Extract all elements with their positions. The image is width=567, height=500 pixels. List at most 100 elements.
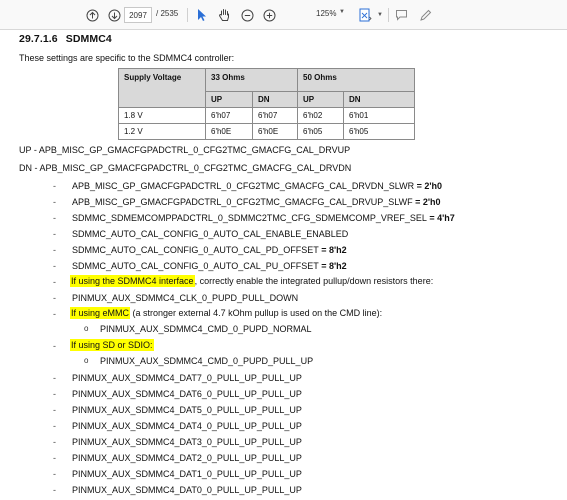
list-item: APB_MISC_GP_GMACFGPADCTRL_0_CFG2TMC_GMAC…: [72, 197, 441, 207]
highlighted-text: If using SD or SDIO:: [70, 339, 154, 351]
table-cell: 1.8 V: [118, 107, 206, 124]
page-number-value: 2097: [129, 10, 147, 20]
list-item-text: , correctly enable the integrated pullup…: [194, 276, 434, 286]
pdf-toolbar: 2097 / 2535 125% ▼ ▼: [0, 0, 567, 30]
list-bullet: -: [53, 341, 56, 351]
table-header-cell: 33 Ohms: [205, 68, 298, 92]
hand-tool-button[interactable]: [216, 0, 232, 30]
list-item: PINMUX_AUX_SDMMC4_DAT3_0_PULL_UP_PULL_UP: [72, 437, 302, 447]
section-number: 29.7.1.6: [19, 33, 58, 45]
highlight-pen-button[interactable]: [417, 0, 433, 30]
list-item: PINMUX_AUX_SDMMC4_CLK_0_PUPD_PULL_DOWN: [72, 293, 299, 303]
definition-up: UP - APB_MISC_GP_GMACFGPADCTRL_0_CFG2TMC…: [19, 145, 351, 155]
sub-list-item: PINMUX_AUX_SDMMC4_CMD_0_PUPD_PULL_UP: [100, 356, 314, 366]
register-name: APB_MISC_GP_GMACFGPADCTRL_0_CFG2TMC_GMAC…: [72, 181, 415, 191]
section-intro: These settings are specific to the SDMMC…: [19, 53, 235, 63]
comment-icon: [395, 10, 407, 21]
drive-strength-table: Supply Voltage 33 Ohms 50 Ohms UP DN UP …: [118, 68, 415, 140]
register-name: SDMMC_AUTO_CAL_CONFIG_0_AUTO_CAL_PD_OFFS…: [72, 245, 319, 255]
table-cell: 1.2 V: [118, 123, 206, 140]
chevron-down-icon[interactable]: ▼: [339, 9, 345, 15]
table-cell: 6'h07: [205, 107, 253, 124]
register-value: = 8'h2: [318, 245, 347, 255]
section-title: SDMMC4: [65, 33, 112, 45]
page-total: / 2535: [156, 9, 179, 18]
list-item: SDMMC_AUTO_CAL_CONFIG_0_AUTO_CAL_ENABLE_…: [72, 229, 349, 239]
page-number-input[interactable]: 2097: [124, 7, 152, 23]
list-bullet: -: [53, 261, 56, 271]
list-item: PINMUX_AUX_SDMMC4_DAT4_0_PULL_UP_PULL_UP: [72, 421, 302, 431]
table-cell: 6'h01: [343, 107, 415, 124]
list-item: SDMMC_AUTO_CAL_CONFIG_0_AUTO_CAL_PD_OFFS…: [72, 245, 347, 255]
list-bullet: -: [53, 229, 56, 239]
list-bullet: -: [53, 309, 56, 319]
list-item: If using SD or SDIO:: [70, 339, 154, 351]
highlighted-text: If using eMMC: [70, 307, 131, 319]
fit-page-icon: [359, 8, 372, 22]
highlighted-text: If using the SDMMC4 interface: [70, 275, 195, 287]
list-bullet: -: [53, 197, 56, 207]
register-value: = 4'h7: [426, 213, 455, 223]
next-page-button[interactable]: [106, 0, 122, 30]
table-header-cell: UP: [297, 91, 344, 108]
prev-page-button[interactable]: [84, 0, 100, 30]
list-item: SDMMC_SDMEMCOMPPADCTRL_0_SDMMC2TMC_CFG_S…: [72, 213, 455, 223]
list-bullet: -: [53, 469, 56, 479]
table-header-cell: 50 Ohms: [297, 68, 415, 92]
list-bullet: -: [53, 389, 56, 399]
table-header-cell: UP: [205, 91, 253, 108]
register-value: = 2'h0: [412, 197, 441, 207]
zoom-out-button[interactable]: [239, 0, 255, 30]
sub-bullet: o: [84, 324, 89, 333]
list-bullet: -: [53, 293, 56, 303]
list-item: PINMUX_AUX_SDMMC4_DAT7_0_PULL_UP_PULL_UP: [72, 373, 302, 383]
list-item: SDMMC_AUTO_CAL_CONFIG_0_AUTO_CAL_PU_OFFS…: [72, 261, 347, 271]
list-bullet: -: [53, 181, 56, 191]
arrow-down-circle-icon: [108, 9, 120, 21]
hand-icon: [218, 9, 229, 21]
toolbar-divider: [388, 8, 389, 22]
sub-list-item: PINMUX_AUX_SDMMC4_CMD_0_PUPD_NORMAL: [100, 324, 312, 334]
list-bullet: -: [53, 405, 56, 415]
list-item: If using eMMC (a stronger external 4.7 k…: [70, 307, 383, 319]
list-item: APB_MISC_GP_GMACFGPADCTRL_0_CFG2TMC_GMAC…: [72, 181, 442, 191]
list-item: PINMUX_AUX_SDMMC4_DAT1_0_PULL_UP_PULL_UP: [72, 469, 302, 479]
register-value: = 2'h0: [414, 181, 442, 191]
definition-dn: DN - APB_MISC_GP_GMACFGPADCTRL_0_CFG2TMC…: [19, 163, 352, 173]
list-bullet: -: [53, 453, 56, 463]
toolbar-divider: [187, 8, 188, 22]
table-header-row: Supply Voltage 33 Ohms 50 Ohms: [118, 68, 415, 108]
zoom-in-button[interactable]: [261, 0, 277, 30]
list-item: PINMUX_AUX_SDMMC4_DAT6_0_PULL_UP_PULL_UP: [72, 389, 302, 399]
list-bullet: -: [53, 213, 56, 223]
list-bullet: -: [53, 485, 56, 495]
list-item-text: (a stronger external 4.7 kOhm pullup is …: [130, 308, 383, 318]
chevron-down-icon: ▼: [377, 12, 383, 18]
select-tool-button[interactable]: [195, 0, 209, 30]
table-row: 1.8 V 6'h07 6'h07 6'h02 6'h01: [118, 107, 415, 124]
table-cell: 6'h02: [297, 107, 344, 124]
pen-icon: [419, 9, 431, 21]
list-bullet: -: [53, 373, 56, 383]
zoom-level-select[interactable]: 125%: [316, 9, 336, 18]
fit-page-dropdown[interactable]: ▼: [374, 0, 386, 30]
table-cell: 6'h0E: [205, 123, 253, 140]
register-name: APB_MISC_GP_GMACFGPADCTRL_0_CFG2TMC_GMAC…: [72, 197, 413, 207]
fit-page-button[interactable]: [356, 0, 374, 30]
list-item: PINMUX_AUX_SDMMC4_DAT0_0_PULL_UP_PULL_UP: [72, 485, 302, 495]
register-name: SDMMC_AUTO_CAL_CONFIG_0_AUTO_CAL_PU_OFFS…: [72, 261, 319, 271]
table-header-cell: DN: [343, 91, 415, 108]
arrow-up-circle-icon: [86, 9, 98, 21]
table-cell: 6'h05: [343, 123, 415, 140]
list-item: If using the SDMMC4 interface, correctly…: [70, 275, 434, 287]
table-header-cell: Supply Voltage: [118, 68, 206, 108]
sub-bullet: o: [84, 356, 89, 365]
list-bullet: -: [53, 277, 56, 287]
register-name: SDMMC_SDMEMCOMPPADCTRL_0_SDMMC2TMC_CFG_S…: [72, 213, 427, 223]
list-item: PINMUX_AUX_SDMMC4_DAT2_0_PULL_UP_PULL_UP: [72, 453, 302, 463]
minus-circle-icon: [241, 9, 253, 21]
list-bullet: -: [53, 437, 56, 447]
table-cell: 6'h0E: [252, 123, 298, 140]
comment-button[interactable]: [393, 0, 409, 30]
table-header-cell: DN: [252, 91, 298, 108]
